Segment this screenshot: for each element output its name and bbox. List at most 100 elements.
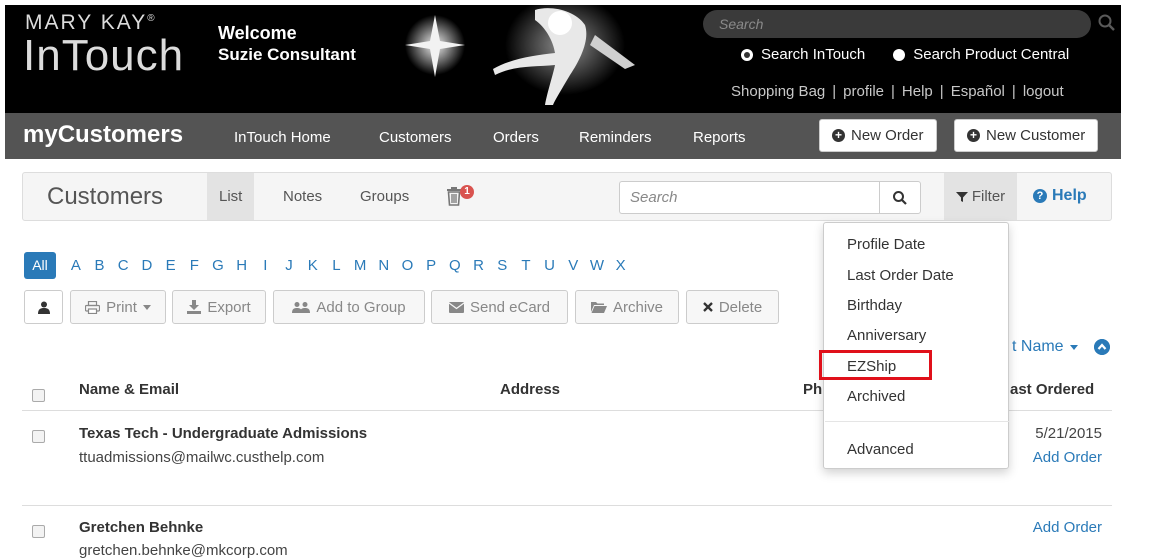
sort-direction-icon[interactable] (1094, 339, 1110, 355)
alpha-letter[interactable]: R (467, 257, 491, 274)
help-button[interactable]: ? Help (1033, 187, 1087, 205)
plus-circle-icon: + (967, 129, 980, 142)
customer-name[interactable]: Gretchen Behnke (79, 519, 203, 536)
contact-view-button[interactable] (24, 290, 63, 324)
alpha-letter[interactable]: Q (443, 257, 467, 274)
welcome-text: Welcome (218, 23, 297, 43)
alpha-letter[interactable]: A (64, 257, 88, 274)
main-nav: myCustomers InTouch Home Customers Order… (5, 113, 1121, 159)
alpha-letter[interactable]: B (88, 257, 112, 274)
nav-reports[interactable]: Reports (693, 129, 746, 146)
alpha-letter[interactable]: X (609, 257, 633, 274)
column-header-name-email[interactable]: Name & Email (79, 381, 179, 398)
filter-button[interactable]: Filter (944, 173, 1017, 220)
alpha-letter[interactable]: M (348, 257, 372, 274)
sort-dropdown[interactable]: t Name (1012, 338, 1078, 356)
tab-notes[interactable]: Notes (271, 173, 334, 220)
nav-customers[interactable]: Customers (379, 129, 452, 146)
alpha-all[interactable]: All (24, 252, 56, 279)
search-scope: Search InTouch Search Product Central (741, 46, 1069, 63)
delete-button[interactable]: Delete (686, 290, 779, 324)
plus-circle-icon: + (832, 129, 845, 142)
row-checkbox[interactable] (32, 430, 45, 443)
print-button[interactable]: Print (70, 290, 166, 324)
column-header-last-ordered[interactable]: ast Ordered (1010, 381, 1094, 398)
column-header-phone[interactable]: Ph (803, 381, 822, 398)
alpha-letter[interactable]: T (514, 257, 538, 274)
ezship-highlight-annotation (819, 350, 932, 380)
link-espanol[interactable]: Español (951, 83, 1005, 100)
customer-name[interactable]: Texas Tech - Undergraduate Admissions (79, 425, 367, 442)
select-all-checkbox[interactable] (32, 389, 45, 402)
dancer-illustration (405, 5, 635, 105)
add-order-link[interactable]: Add Order (1002, 519, 1102, 536)
alpha-letter[interactable]: W (585, 257, 609, 274)
user-name: Suzie Consultant (218, 45, 356, 64)
new-order-button[interactable]: + New Order (819, 119, 937, 152)
search-button[interactable] (879, 181, 921, 214)
alpha-letter[interactable]: D (135, 257, 159, 274)
customer-search-input[interactable] (619, 181, 881, 214)
link-profile[interactable]: profile (843, 83, 884, 100)
filter-option-archived[interactable]: Archived (847, 388, 905, 405)
export-button[interactable]: Export (172, 290, 266, 324)
add-to-group-button[interactable]: Add to Group (273, 290, 425, 324)
new-customer-button[interactable]: + New Customer (954, 119, 1099, 152)
filter-option-last-order-date[interactable]: Last Order Date (847, 267, 954, 284)
link-shopping-bag[interactable]: Shopping Bag (731, 83, 825, 100)
archive-button[interactable]: Archive (575, 290, 679, 324)
users-group-icon (292, 301, 311, 313)
user-icon (37, 301, 50, 314)
alpha-letter[interactable]: O (396, 257, 420, 274)
brand-logo[interactable]: InTouch (23, 29, 184, 83)
nav-intouch-home[interactable]: InTouch Home (234, 129, 331, 146)
top-header: MARY KAY® InTouch Welcome Suzie Consulta… (5, 5, 1121, 113)
utility-links: Shopping Bag | profile | Help | Español | logout (731, 83, 1064, 100)
alpha-letter[interactable]: S (490, 257, 514, 274)
alpha-letter[interactable]: N (372, 257, 396, 274)
alpha-letter[interactable]: J (277, 257, 301, 274)
search-icon (893, 190, 907, 205)
alpha-letter[interactable]: G (206, 257, 230, 274)
trash-count-badge: 1 (460, 185, 474, 199)
row-checkbox[interactable] (32, 525, 45, 538)
filter-option-anniversary[interactable]: Anniversary (847, 327, 926, 344)
nav-reminders[interactable]: Reminders (579, 129, 652, 146)
filter-option-birthday[interactable]: Birthday (847, 297, 902, 314)
tab-groups[interactable]: Groups (348, 173, 421, 220)
alpha-letter[interactable]: U (538, 257, 562, 274)
alpha-letter[interactable]: V (561, 257, 585, 274)
customer-email[interactable]: gretchen.behnke@mkcorp.com (79, 542, 288, 559)
close-icon (702, 302, 713, 312)
table-divider (22, 505, 1112, 506)
add-order-link[interactable]: Add Order (1002, 449, 1102, 466)
app-title[interactable]: myCustomers (23, 121, 183, 149)
filter-option-advanced[interactable]: Advanced (847, 441, 914, 458)
filter-option-profile-date[interactable]: Profile Date (847, 236, 925, 253)
alpha-letter[interactable]: C (111, 257, 135, 274)
caret-down-icon (142, 304, 151, 310)
send-ecard-button[interactable]: Send eCard (431, 290, 568, 324)
radio-unselected-icon (893, 48, 906, 61)
global-search-input[interactable] (703, 10, 1091, 38)
page-title: Customers (47, 183, 164, 210)
menu-divider (825, 421, 1009, 422)
link-help[interactable]: Help (902, 83, 933, 100)
customer-email[interactable]: ttuadmissions@mailwc.custhelp.com (79, 449, 324, 466)
alpha-letter[interactable]: I (254, 257, 278, 274)
column-header-address[interactable]: Address (500, 381, 560, 398)
link-logout[interactable]: logout (1023, 83, 1064, 100)
folder-open-icon (590, 302, 607, 313)
radio-search-intouch[interactable]: Search InTouch (741, 46, 865, 63)
alpha-letter[interactable]: K (301, 257, 325, 274)
radio-search-product-central[interactable]: Search Product Central (893, 46, 1069, 63)
tab-list[interactable]: List (207, 173, 255, 220)
filter-dropdown-menu: Profile Date Last Order Date Birthday An… (823, 222, 1009, 469)
alpha-letter[interactable]: P (419, 257, 443, 274)
nav-orders[interactable]: Orders (493, 129, 539, 146)
alpha-letter[interactable]: F (182, 257, 206, 274)
alpha-letter[interactable]: L (325, 257, 349, 274)
search-icon[interactable] (1097, 13, 1117, 33)
alpha-letter[interactable]: H (230, 257, 254, 274)
alpha-letter[interactable]: E (159, 257, 183, 274)
